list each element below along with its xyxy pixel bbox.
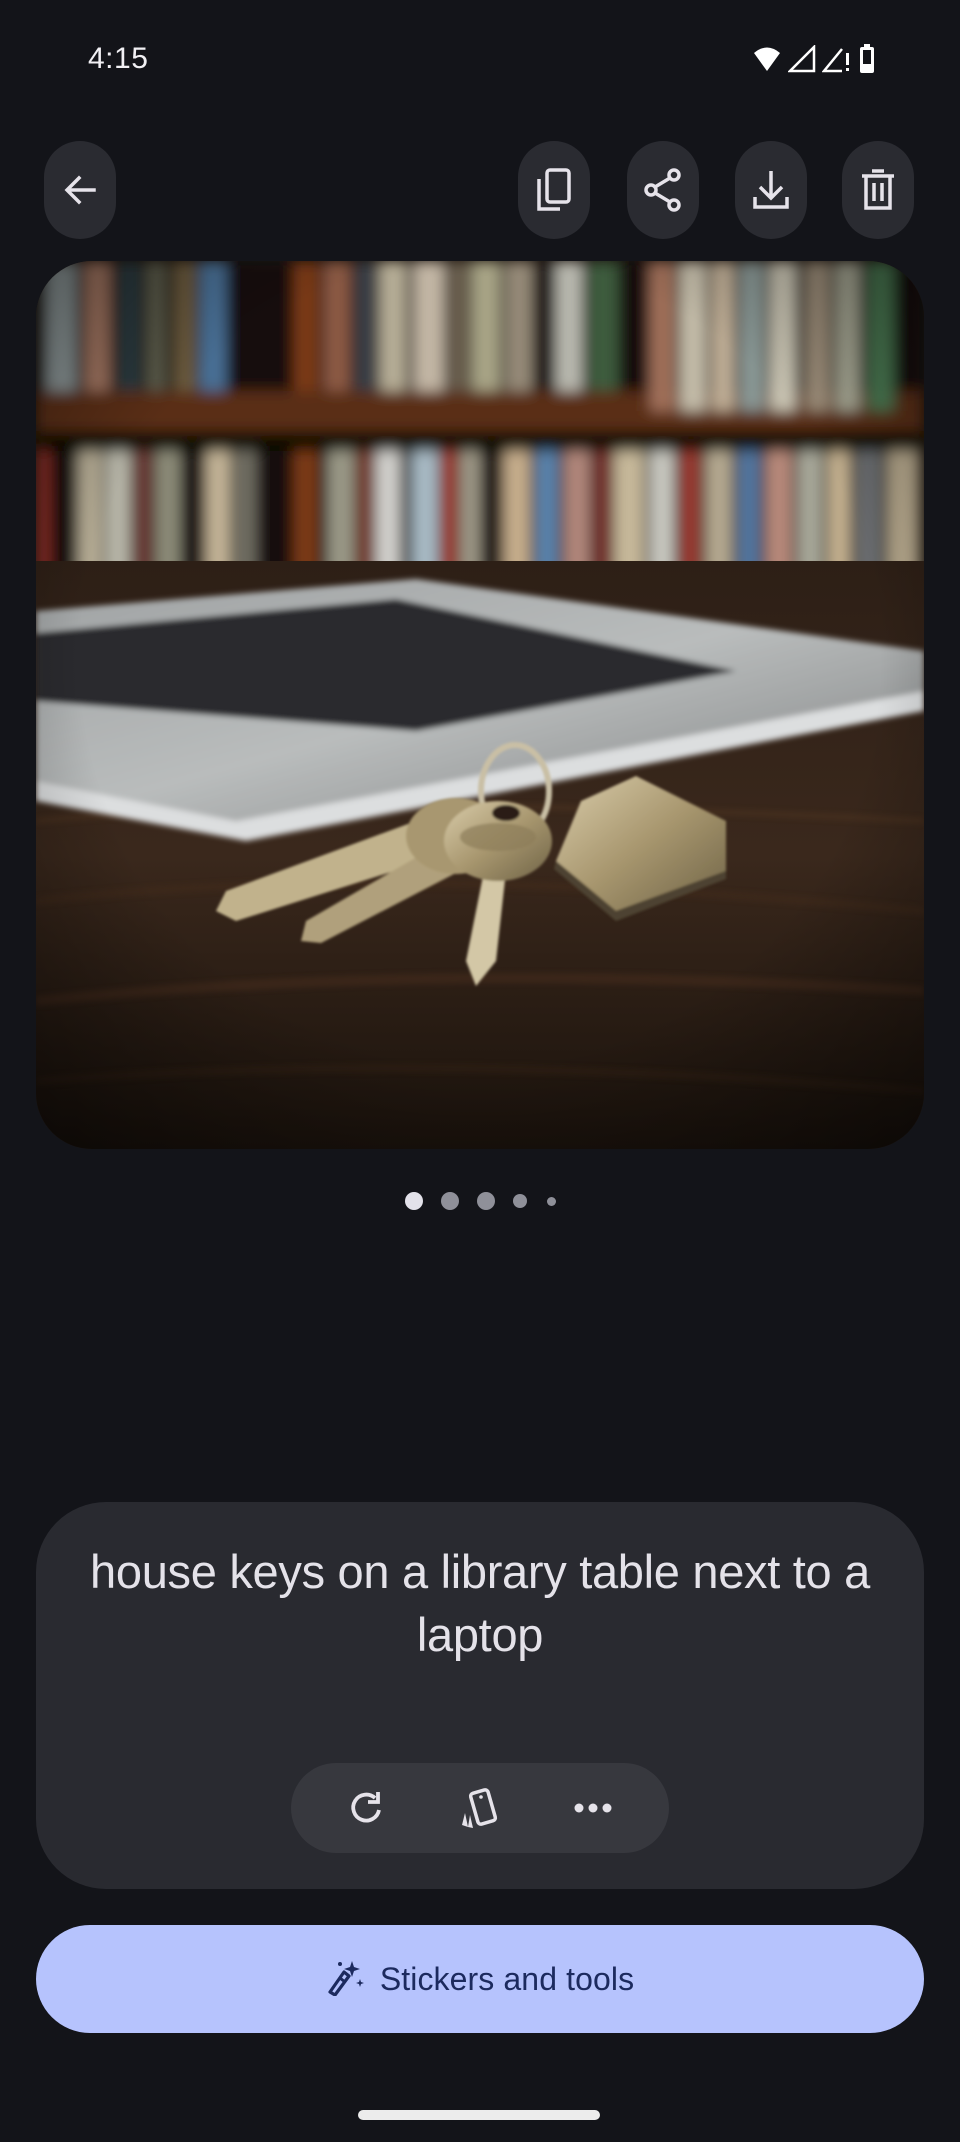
- prompt-text: house keys on a library table next to a …: [90, 1545, 870, 1661]
- regenerate-button[interactable]: [327, 1768, 407, 1848]
- wifi-icon: [752, 46, 782, 72]
- generated-image-art: [36, 261, 924, 1149]
- navigation-handle[interactable]: [358, 2110, 600, 2120]
- magic-wand-icon: [326, 1958, 364, 2001]
- pagination-dot[interactable]: [512, 1194, 527, 1208]
- variations-button[interactable]: [440, 1768, 520, 1848]
- delete-button[interactable]: [842, 141, 914, 239]
- signal-no-data-icon: [822, 45, 852, 73]
- pagination-dot-active[interactable]: [404, 1192, 423, 1210]
- status-icons: [752, 44, 876, 74]
- more-options-button[interactable]: [553, 1768, 633, 1848]
- copy-icon: [534, 167, 574, 213]
- stickers-and-tools-button[interactable]: Stickers and tools: [36, 1925, 924, 2033]
- pagination-dot[interactable]: [546, 1196, 556, 1206]
- prompt-card: house keys on a library table next to a …: [36, 1502, 924, 1889]
- download-icon: [751, 169, 791, 211]
- signal-icon: [788, 45, 816, 73]
- stickers-and-tools-label: Stickers and tools: [379, 1960, 635, 1997]
- status-time: 4:15: [88, 42, 149, 75]
- battery-icon: [858, 44, 876, 74]
- back-button[interactable]: [44, 141, 116, 239]
- share-icon: [641, 167, 685, 213]
- more-horiz-icon: [573, 1802, 613, 1814]
- delete-icon: [860, 169, 896, 211]
- pagination-dot[interactable]: [476, 1192, 495, 1210]
- pagination-dots: [0, 1192, 960, 1210]
- cards-icon: [457, 1785, 503, 1831]
- share-button[interactable]: [627, 141, 699, 239]
- refresh-icon: [347, 1788, 387, 1828]
- copy-button[interactable]: [518, 141, 590, 239]
- prompt-actions: [291, 1763, 669, 1853]
- generated-image[interactable]: [36, 261, 924, 1149]
- download-button[interactable]: [735, 141, 807, 239]
- arrow-back-icon: [60, 170, 100, 210]
- pagination-dot[interactable]: [440, 1192, 459, 1210]
- status-bar: 4:15: [0, 0, 960, 120]
